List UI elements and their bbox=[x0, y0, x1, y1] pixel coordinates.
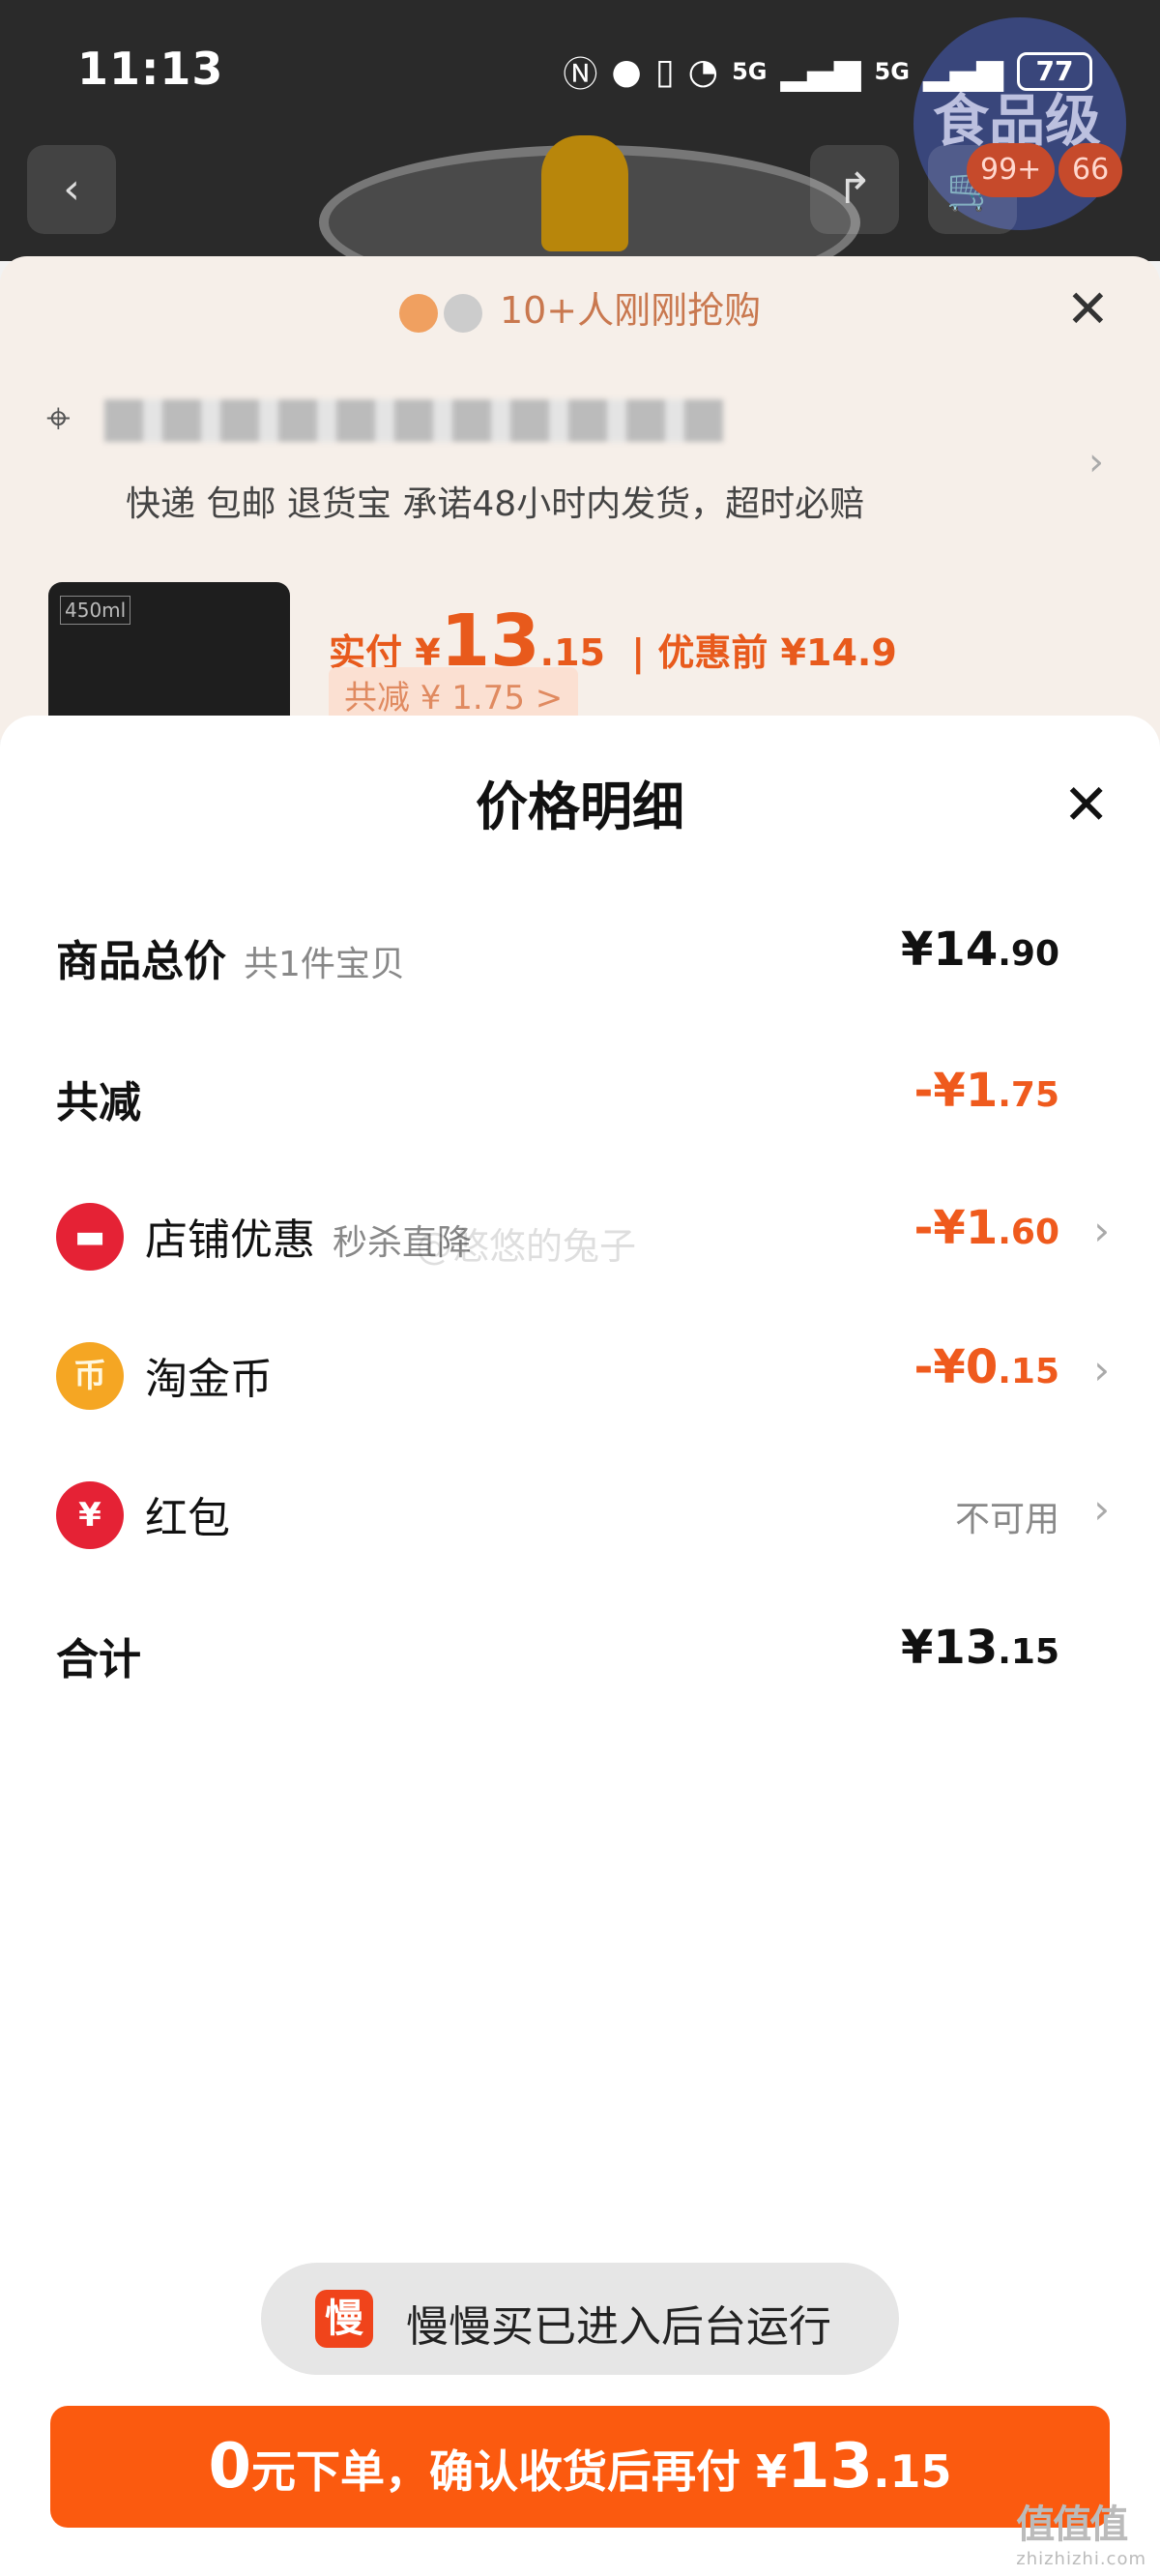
shop-discount-amount: -¥1.60 bbox=[914, 1201, 1060, 1255]
item-total-amount: ¥14.90 bbox=[901, 922, 1059, 977]
signal-5g-2: 5G bbox=[874, 58, 910, 85]
red-packet-icon: ¥ bbox=[56, 1481, 124, 1549]
manmanmai-icon: 慢 bbox=[315, 2290, 373, 2348]
thumb-label: 450ml bbox=[60, 596, 131, 625]
back-icon[interactable]: ‹ bbox=[27, 145, 116, 234]
taojinbi-amount: -¥0.15 bbox=[914, 1340, 1060, 1394]
amount-int: ¥14 bbox=[901, 922, 999, 977]
sheet-title: 价格明细 bbox=[476, 776, 684, 837]
red-packet-status: 不可用 bbox=[954, 1500, 1059, 1539]
address-chevron-icon[interactable]: › bbox=[1088, 440, 1104, 484]
status-bar: 11:13 Ⓝ ● ▯ ◔ 5G ▂▄▆ 5G ▂▄▆ 77 bbox=[0, 0, 1160, 145]
close-icon[interactable]: ✕ bbox=[1062, 772, 1110, 837]
chevron-right-icon[interactable]: › bbox=[1093, 1346, 1110, 1393]
amount-int: ¥13 bbox=[901, 1621, 999, 1675]
grand-total-amount: ¥13.15 bbox=[901, 1621, 1059, 1675]
cta-dec: .15 bbox=[873, 2445, 952, 2498]
item-total-label: 商品总价 bbox=[56, 937, 226, 986]
product-knob-image bbox=[541, 135, 628, 251]
buyer-avatar bbox=[398, 293, 438, 333]
shop-icon: ▬ bbox=[56, 1203, 124, 1271]
share-icon[interactable]: ↱ bbox=[810, 145, 899, 234]
amount-dec: .75 bbox=[998, 1075, 1059, 1115]
red-packet-label: 红包 bbox=[145, 1494, 230, 1543]
row-label: 商品总价 共1件宝贝 bbox=[56, 926, 405, 988]
pre-discount-price: | 优惠前 ¥14.9 bbox=[631, 631, 897, 674]
site-logo: 值值值 zhizhizhi.com bbox=[1016, 2493, 1146, 2569]
toast-text: 慢慢买已进入后台运行 bbox=[406, 2302, 831, 2352]
grand-total-label: 合计 bbox=[56, 1635, 141, 1684]
item-count: 共1件宝贝 bbox=[244, 945, 405, 984]
recent-buyers: 10+人刚刚抢购 bbox=[0, 280, 1160, 334]
amount-dec: .15 bbox=[998, 1352, 1059, 1391]
total-discount-label: 共减 bbox=[56, 1078, 141, 1127]
amount-int: -¥1 bbox=[914, 1064, 999, 1118]
amount-int: -¥1 bbox=[914, 1201, 999, 1255]
recent-buyers-text: 10+人刚刚抢购 bbox=[499, 289, 762, 332]
chevron-right-icon[interactable]: › bbox=[1093, 1207, 1110, 1254]
shipping-info: 快递 包邮 退货宝 承诺48小时内发货，超时必赔 bbox=[126, 484, 865, 524]
row-item-total: 商品总价 共1件宝贝 ¥14.90 bbox=[56, 909, 1110, 996]
site-logo-text: 值值值 bbox=[1016, 2503, 1128, 2547]
address-row[interactable]: ⌖ bbox=[46, 382, 1110, 459]
row-red-packet[interactable]: ¥ 红包 不可用 › bbox=[56, 1466, 1110, 1553]
cta-pre: 0 bbox=[208, 2431, 251, 2503]
row-taojinbi[interactable]: 币 淘金币 -¥0.15 › bbox=[56, 1327, 1110, 1414]
amount-dec: .60 bbox=[998, 1213, 1059, 1252]
shop-discount-text: 店铺优惠 bbox=[145, 1215, 315, 1265]
place-order-button[interactable]: 0元下单，确认收货后再付 ¥13.15 bbox=[50, 2406, 1110, 2528]
signal-bars-icon-1: ▂▄▆ bbox=[780, 51, 861, 92]
amount-dec: .15 bbox=[998, 1632, 1059, 1672]
blurred-address bbox=[104, 399, 723, 442]
cta-mid: 元下单，确认收货后再付 ¥ bbox=[250, 2445, 787, 2498]
status-icons: Ⓝ ● ▯ ◔ 5G ▂▄▆ 5G ▂▄▆ 77 bbox=[563, 46, 1092, 97]
vibrate-icon: ▯ bbox=[654, 51, 675, 92]
location-pin-icon: ⌖ bbox=[46, 394, 71, 443]
location-icon: ● bbox=[611, 51, 642, 92]
status-time: 11:13 bbox=[77, 43, 224, 95]
row-grand-total: 合计 ¥13.15 bbox=[56, 1607, 1110, 1694]
watermark: @悠悠的兔子 bbox=[416, 1225, 637, 1268]
cart-badge: 99+ bbox=[967, 143, 1056, 197]
total-discount-amount: -¥1.75 bbox=[914, 1064, 1060, 1118]
coin-icon: 币 bbox=[56, 1342, 124, 1410]
row-total-discount: 共减 -¥1.75 bbox=[56, 1050, 1110, 1137]
wifi-icon: ◔ bbox=[687, 51, 719, 92]
signal-bars-icon-2: ▂▄▆ bbox=[922, 51, 1003, 92]
signal-5g-1: 5G bbox=[732, 58, 768, 85]
battery-icon: 77 bbox=[1017, 52, 1092, 91]
total-discount-tag[interactable]: 共减 ¥ 1.75 > bbox=[329, 667, 579, 722]
close-order-icon[interactable]: ✕ bbox=[1066, 278, 1110, 339]
cta-int: 13 bbox=[787, 2431, 874, 2503]
more-badge: 66 bbox=[1058, 143, 1123, 197]
site-logo-url: zhizhizhi.com bbox=[1016, 2549, 1146, 2569]
nfc-icon: Ⓝ bbox=[563, 55, 598, 95]
background-toast: 慢 慢慢买已进入后台运行 bbox=[261, 2263, 899, 2375]
buyer-avatar bbox=[443, 293, 482, 333]
taojinbi-label: 淘金币 bbox=[145, 1355, 273, 1404]
amount-dec: .90 bbox=[998, 934, 1059, 974]
amount-int: -¥0 bbox=[914, 1340, 999, 1394]
chevron-right-icon[interactable]: › bbox=[1093, 1485, 1110, 1533]
